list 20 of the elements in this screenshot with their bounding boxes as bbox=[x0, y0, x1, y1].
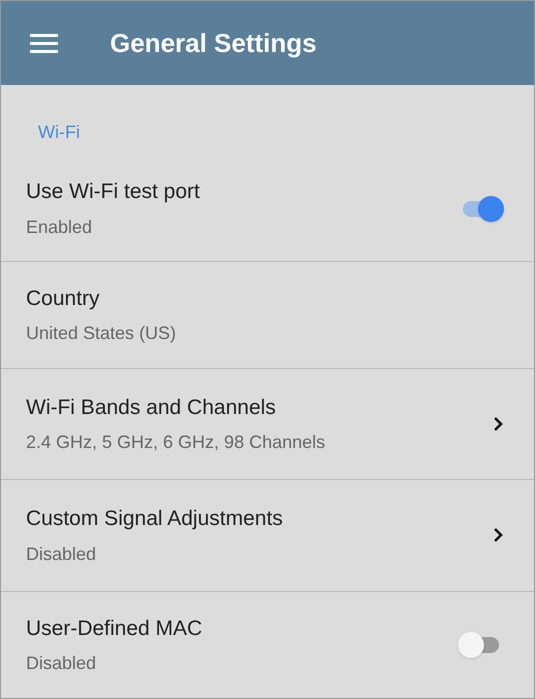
section-header: Wi-Fi bbox=[38, 122, 80, 142]
setting-title: Country bbox=[26, 286, 101, 312]
chevron-right-icon bbox=[492, 415, 504, 434]
settings-row[interactable]: Country United States (US) bbox=[1, 262, 534, 369]
setting-value: 2.4 GHz, 5 GHz, 6 GHz, 98 Channels bbox=[26, 431, 326, 454]
menu-icon[interactable] bbox=[30, 33, 58, 53]
setting-title: Use Wi-Fi test port bbox=[26, 179, 201, 206]
settings-row[interactable]: Use Wi-Fi test port Enabled bbox=[1, 156, 534, 262]
setting-title: Wi-Fi Bands and Channels bbox=[26, 394, 277, 421]
setting-value: Disabled bbox=[26, 652, 98, 676]
chevron-right-icon bbox=[492, 526, 504, 544]
settings-row[interactable]: User-Defined MAC Disabled bbox=[1, 592, 534, 698]
setting-value: Disabled bbox=[26, 542, 98, 566]
setting-title: User-Defined MAC bbox=[26, 616, 204, 642]
setting-value: Enabled bbox=[26, 216, 94, 239]
setting-value: United States (US) bbox=[26, 322, 178, 346]
settings-row[interactable]: Custom Signal Adjustments Disabled bbox=[1, 480, 534, 592]
screen-title: General Settings bbox=[110, 26, 317, 60]
settings-row[interactable]: Wi-Fi Bands and Channels 2.4 GHz, 5 GHz, 6 GHz, 98 Channels bbox=[1, 368, 534, 480]
setting-title: Custom Signal Adjustments bbox=[26, 506, 284, 532]
